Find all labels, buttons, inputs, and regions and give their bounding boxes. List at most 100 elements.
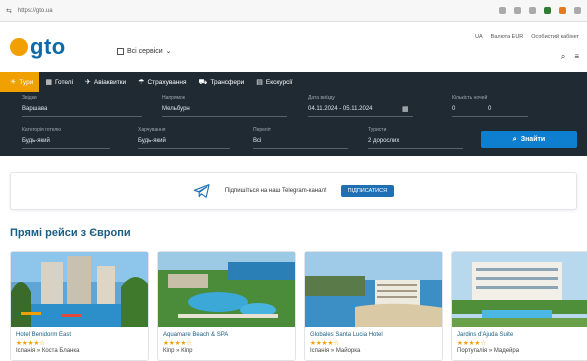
account-link[interactable]: Особистий кабінет [531, 34, 579, 40]
language-selector[interactable]: UA [475, 34, 483, 40]
tourists-label: Туристи [368, 127, 387, 133]
translate-icon[interactable] [499, 7, 506, 14]
all-services-dropdown[interactable]: Всі сервіси ⌄ [117, 47, 172, 55]
service-tabs: ☀ Тури ▦ Готелі ✈ Авіаквитки ☂ Страхуван… [0, 72, 587, 92]
extension2-icon[interactable] [559, 7, 566, 14]
site-header: gto Всі сервіси ⌄ UA Валюта EUR Особисти… [0, 22, 587, 68]
logo[interactable]: gto [10, 34, 66, 60]
hotel-photo [452, 252, 587, 327]
hotel-category-select[interactable]: Будь-який [22, 138, 50, 144]
header-icons: ⌕ ≡ [561, 52, 579, 62]
sun-icon: ☀ [10, 79, 17, 86]
plane-icon: ✈ [85, 79, 91, 86]
hotel-card[interactable]: Globales Santa Lucia Hotel ★★★★☆ Іспанія… [304, 251, 443, 361]
hotel-name: Jardins d'Ajuda Suite [457, 332, 514, 338]
meal-select[interactable]: Будь-який [138, 138, 166, 144]
hotel-stars: ★★★★☆ [457, 340, 487, 347]
zoom-icon[interactable] [514, 7, 521, 14]
hotel-photo [158, 252, 295, 327]
telegram-banner: Підпишіться на наш Telegram-канал! ПІДПИ… [10, 172, 577, 210]
nights-underline [452, 116, 528, 117]
hotel-icon: ▦ [45, 79, 52, 86]
address-bar[interactable]: https://gto.ua [18, 8, 499, 14]
hotel-stars: ★★★★☆ [163, 340, 193, 347]
flight-select[interactable]: Всі [253, 138, 261, 144]
search-icon: ⌕ [512, 135, 517, 143]
dates-label: Дата виїзду [308, 95, 335, 101]
hotel-name: Aquamare Beach & SPA [163, 332, 229, 338]
hotel-card[interactable]: Aquamare Beach & SPA ★★★★☆ Кіпр » Кіпр [157, 251, 296, 361]
from-underline [22, 116, 142, 117]
nights-to-field[interactable]: 0 [488, 106, 491, 112]
hotel-card[interactable]: Hotel Benidorm East ★★★★☆ Іспанія » Кост… [10, 251, 149, 361]
nights-from-field[interactable]: 0 [452, 106, 455, 112]
tab-insurance[interactable]: ☂ Страхування [132, 72, 192, 92]
dates-underline [308, 116, 413, 117]
menu-icon[interactable] [574, 7, 581, 14]
hotel-photo [11, 252, 148, 327]
hotel-location: Кіпр » Кіпр [163, 348, 193, 354]
logo-text: gto [30, 34, 66, 59]
hotel-location: Іспанія » Майорка [310, 348, 361, 354]
hotel-name: Hotel Benidorm East [16, 332, 72, 338]
bookmark-icon[interactable] [529, 7, 536, 14]
dates-field[interactable]: 04.11.2024 - 05.11.2024 [308, 106, 373, 112]
from-label: Звідки [22, 95, 37, 101]
meal-underline [138, 148, 230, 149]
grid-icon [117, 47, 124, 55]
hotel-stars: ★★★★☆ [16, 340, 46, 347]
flight-underline [253, 148, 348, 149]
calendar-icon[interactable]: ▦ [402, 105, 409, 113]
telegram-text: Підпишіться на наш Telegram-канал! [224, 188, 327, 194]
search-icon[interactable]: ⌕ [561, 52, 565, 62]
meal-label: Харчування [138, 127, 166, 133]
extension-icon[interactable] [544, 7, 551, 14]
tab-flights[interactable]: ✈ Авіаквитки [79, 72, 132, 92]
header-links: UA Валюта EUR Особистий кабінет [475, 34, 579, 40]
browser-actions [499, 7, 581, 14]
to-underline [162, 116, 287, 117]
telegram-icon [193, 184, 210, 198]
hotel-stars: ★★★★☆ [310, 340, 340, 347]
tab-label: Тури [19, 78, 34, 86]
to-field[interactable]: Мельбурн [162, 106, 190, 112]
section-title: Прямі рейси з Європи [10, 227, 131, 239]
info-icon[interactable]: ⇆ [6, 7, 12, 15]
hotel-location: Португалія » Мадейра [457, 348, 520, 354]
hotel-photo [305, 252, 442, 327]
logo-mark [10, 38, 28, 56]
hamburger-icon[interactable]: ≡ [574, 52, 579, 62]
chevron-down-icon: ⌄ [165, 48, 172, 55]
tab-label: Готелі [54, 78, 74, 86]
to-label: Напрямок [162, 95, 185, 101]
tab-tours[interactable]: ☀ Тури [0, 72, 40, 92]
ticket-icon: ▤ [256, 79, 263, 86]
hotel-category-label: Категорія готелю [22, 127, 61, 133]
tourists-underline [368, 148, 463, 149]
all-services-label: Всі сервіси [127, 47, 163, 55]
search-button[interactable]: ⌕ Знайти [481, 131, 577, 148]
hotel-card[interactable]: Jardins d'Ajuda Suite ★★★★☆ Португалія »… [451, 251, 587, 361]
tourists-select[interactable]: 2 дорослих [368, 138, 399, 144]
from-field[interactable]: Варшава [22, 106, 47, 112]
browser-toolbar: ⇆ https://gto.ua [0, 0, 587, 22]
hotel-cards: Hotel Benidorm East ★★★★☆ Іспанія » Кост… [10, 251, 587, 361]
search-button-label: Знайти [520, 136, 546, 143]
nights-label: Кількість ночей [452, 95, 488, 101]
car-icon: ⛟ [198, 78, 208, 86]
hotel-category-underline [22, 148, 110, 149]
hotel-location: Іспанія » Коста Бланка [16, 348, 80, 354]
tour-search-form: Звідки Варшава Напрямок Мельбурн Дата ви… [0, 92, 587, 156]
hotel-name: Globales Santa Lucia Hotel [310, 332, 383, 338]
tab-label: Екскурсії [265, 78, 293, 86]
tab-excursions[interactable]: ▤ Екскурсії [250, 72, 298, 92]
tab-transfers[interactable]: ⛟ Трансфери [193, 72, 251, 92]
flight-label: Переліт [253, 127, 272, 133]
tab-label: Страхування [147, 78, 187, 86]
tab-label: Авіаквитки [93, 78, 127, 86]
subscribe-button[interactable]: ПІДПИСАТИСЯ [340, 185, 395, 197]
currency-selector[interactable]: Валюта EUR [491, 34, 524, 40]
umbrella-icon: ☂ [138, 79, 145, 86]
tab-hotels[interactable]: ▦ Готелі [39, 72, 79, 92]
tab-label: Трансфери [210, 78, 245, 86]
